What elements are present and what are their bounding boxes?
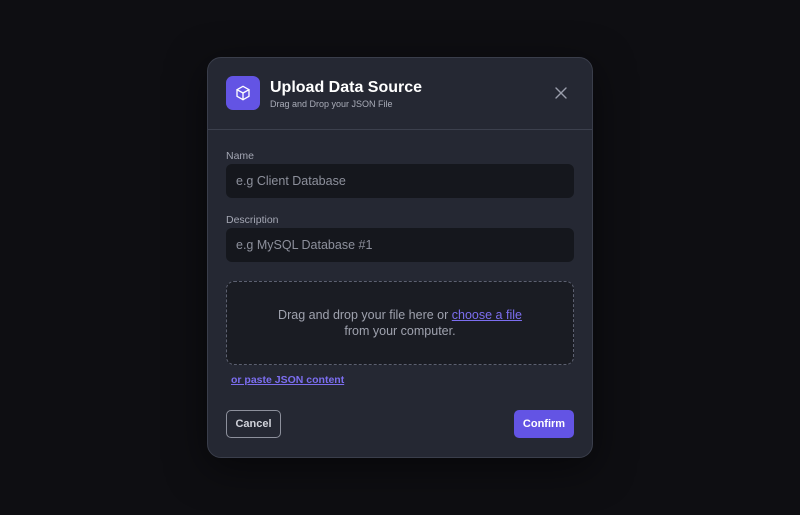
- cancel-button[interactable]: Cancel: [226, 410, 281, 438]
- upload-modal: Upload Data Source Drag and Drop your JS…: [207, 57, 593, 458]
- modal-title: Upload Data Source: [270, 79, 423, 96]
- close-icon[interactable]: [554, 86, 568, 100]
- description-label: Description: [226, 214, 279, 226]
- dropzone-text-after: from your computer.: [344, 324, 456, 338]
- paste-json-link[interactable]: or paste JSON content: [231, 374, 344, 386]
- file-dropzone[interactable]: Drag and drop your file here or choose a…: [226, 281, 574, 365]
- name-input[interactable]: [226, 164, 574, 198]
- name-label: Name: [226, 150, 255, 162]
- cube-icon: [226, 76, 260, 110]
- confirm-button[interactable]: Confirm: [514, 410, 574, 438]
- description-input[interactable]: [226, 228, 574, 262]
- modal-subtitle: Drag and Drop your JSON File: [270, 99, 393, 109]
- dropzone-text-before: Drag and drop your file here or: [278, 308, 452, 322]
- modal-header: Upload Data Source Drag and Drop your JS…: [208, 58, 592, 130]
- dropzone-text: Drag and drop your file here or choose a…: [267, 307, 533, 339]
- choose-file-link[interactable]: choose a file: [452, 308, 522, 322]
